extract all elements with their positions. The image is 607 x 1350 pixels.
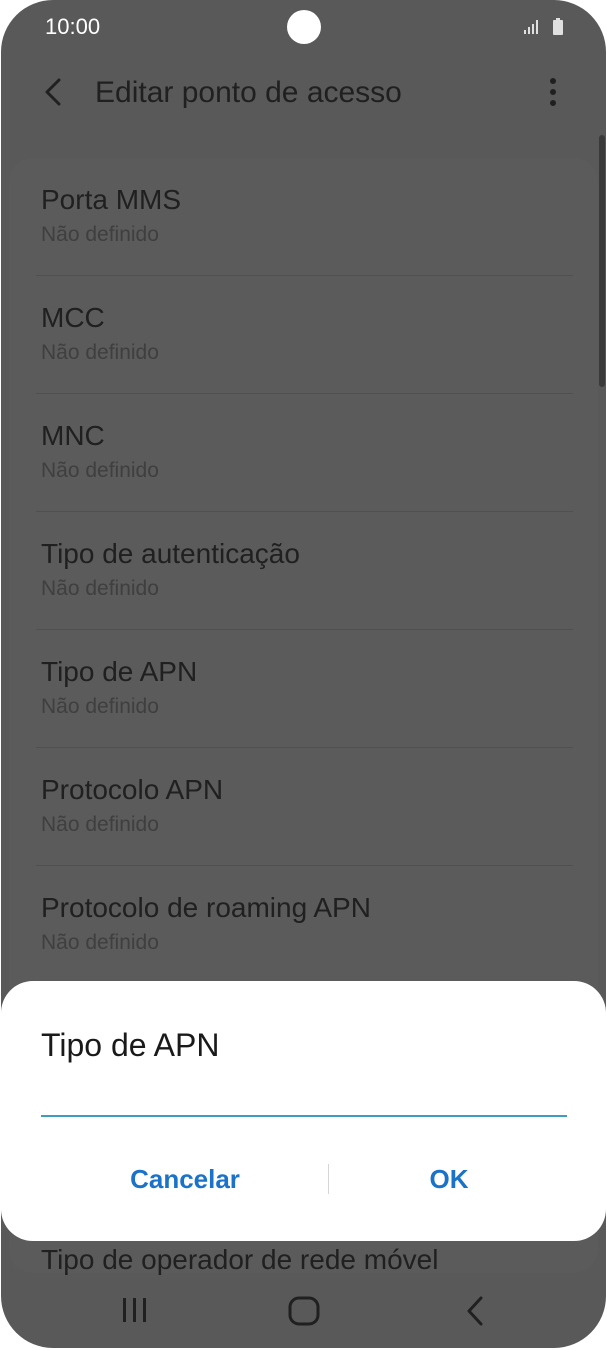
setting-value: Não definido [41, 577, 159, 600]
nav-back-icon[interactable] [463, 1294, 487, 1328]
setting-label: Tipo de autenticação [41, 538, 300, 569]
cancel-button[interactable]: Cancelar [41, 1149, 329, 1209]
setting-value: Não definido [41, 931, 159, 954]
setting-row-mcc[interactable]: MCC Não definido [36, 276, 573, 394]
setting-row-auth-type[interactable]: Tipo de autenticação Não definido [36, 512, 573, 630]
ok-button[interactable]: OK [329, 1149, 569, 1209]
setting-row-mnc[interactable]: MNC Não definido [36, 394, 573, 512]
status-bar: 10:00 [1, 0, 606, 56]
setting-label: Protocolo de roaming APN [41, 892, 371, 923]
navigation-bar [1, 1272, 606, 1348]
battery-icon [553, 18, 563, 35]
home-icon[interactable] [287, 1296, 323, 1326]
more-options-icon[interactable] [541, 74, 565, 110]
app-bar: Editar ponto de acesso [1, 60, 606, 126]
setting-value: Não definido [41, 341, 159, 364]
setting-value: Não definido [41, 813, 159, 836]
setting-label: Porta MMS [41, 184, 182, 215]
setting-row-apn-type[interactable]: Tipo de APN Não definido [36, 630, 573, 748]
setting-value: Não definido [41, 459, 159, 482]
apn-type-dialog: Tipo de APN Cancelar OK [1, 981, 606, 1241]
signal-icon [524, 20, 538, 34]
front-camera-cutout [287, 10, 321, 44]
setting-row-apn-roaming-protocol[interactable]: Protocolo de roaming APN Não definido [41, 866, 573, 984]
setting-label: MCC [41, 302, 105, 333]
setting-row-mms-port[interactable]: Porta MMS Não definido [36, 158, 573, 276]
device-frame: 10:00 Editar ponto de acesso Porta MMS N… [0, 0, 607, 1350]
scrollbar-thumb[interactable] [599, 135, 605, 387]
recent-apps-icon[interactable] [117, 1296, 153, 1324]
page-title: Editar ponto de acesso [95, 76, 402, 109]
setting-row-apn-protocol[interactable]: Protocolo APN Não definido [36, 748, 573, 866]
setting-label: Tipo de APN [41, 656, 198, 687]
setting-label: Protocolo APN [41, 774, 224, 805]
setting-value: Não definido [41, 223, 159, 246]
back-arrow-icon[interactable] [37, 74, 73, 110]
setting-label: MNC [41, 420, 105, 451]
dialog-title: Tipo de APN [41, 1027, 220, 1063]
status-time: 10:00 [45, 14, 101, 39]
setting-value: Não definido [41, 695, 159, 718]
apn-type-input[interactable] [41, 1081, 567, 1117]
